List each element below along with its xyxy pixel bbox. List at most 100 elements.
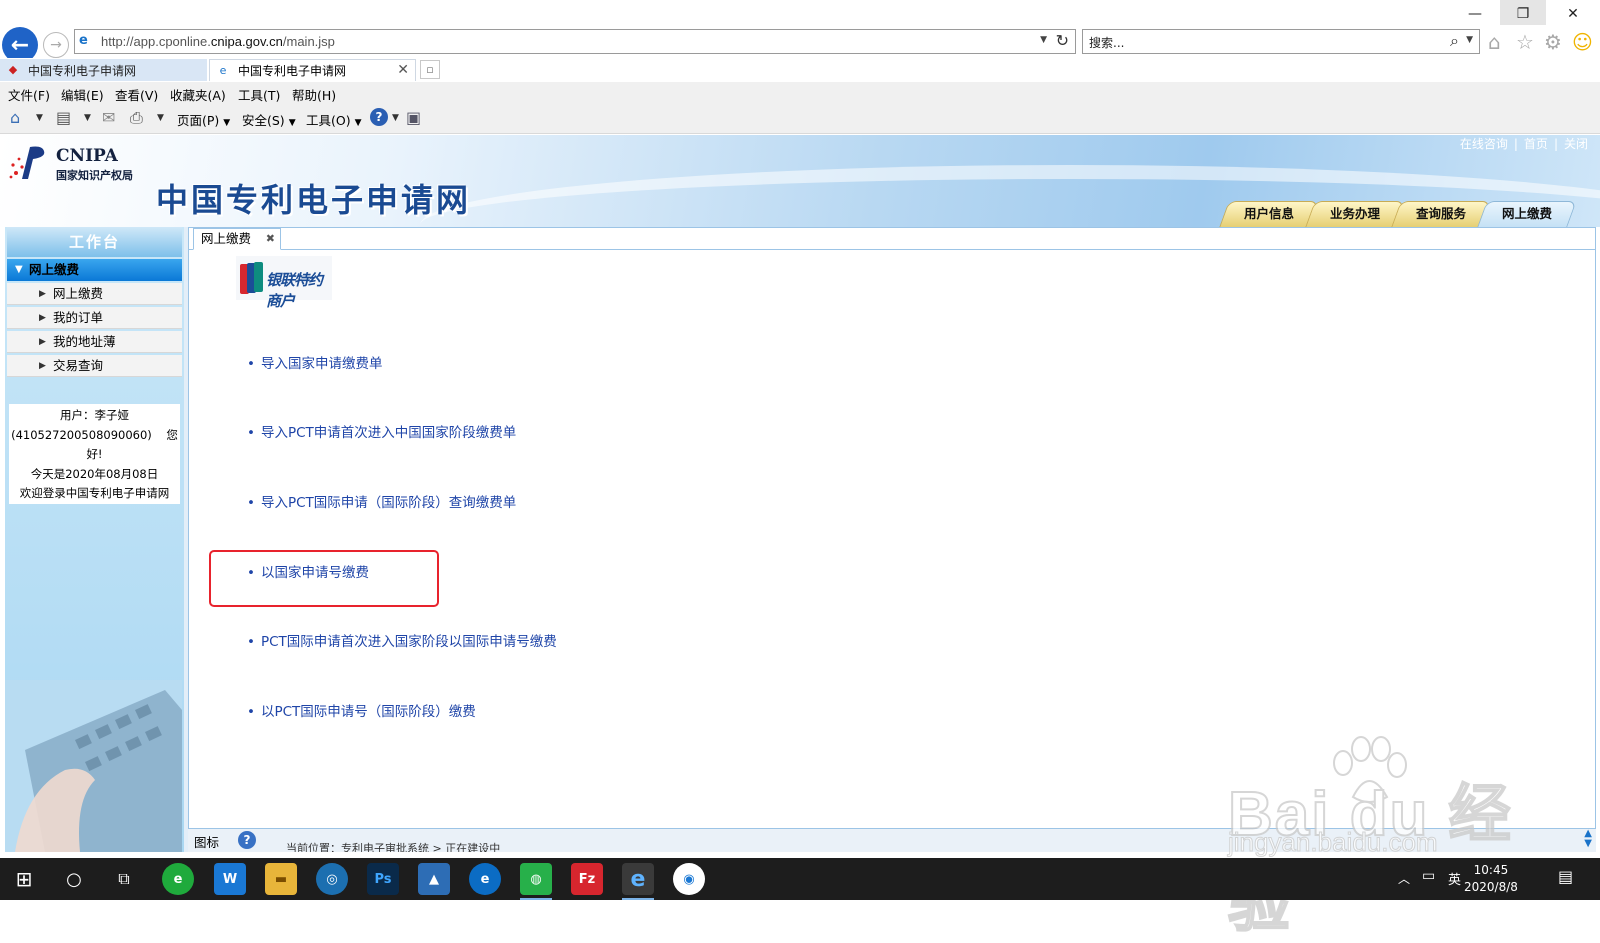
new-tab-button[interactable]: ▫ xyxy=(420,60,440,79)
link-text: 以国家申请号缴费 xyxy=(260,565,369,581)
menu-view[interactable]: 查看(V) xyxy=(115,85,158,104)
gear-icon[interactable]: ⚙ xyxy=(1544,30,1562,54)
help-icon[interactable]: ? xyxy=(238,831,256,849)
menu-file[interactable]: 文件(F) xyxy=(8,85,50,104)
internet-explorer-icon[interactable]: e xyxy=(622,863,654,900)
logo-english: CNIPA xyxy=(56,146,118,166)
link-import-national-bill[interactable]: • 导入国家申请缴费单 xyxy=(247,352,382,372)
link-pay-by-national-number[interactable]: • 以国家申请号缴费 xyxy=(247,561,369,581)
chevron-down-icon[interactable]: ▼ xyxy=(392,113,399,123)
sidebar-item-my-orders[interactable]: ▶ 我的订单 xyxy=(7,307,182,329)
link-import-pct-intl-bill[interactable]: • 导入PCT国际申请（国际阶段）查询缴费单 xyxy=(247,491,516,511)
nav-tab-user-info[interactable]: 用户信息 xyxy=(1219,201,1319,227)
section-label: 网上缴费 xyxy=(29,262,80,277)
ime-indicator[interactable]: 英 xyxy=(1448,869,1461,888)
address-bar[interactable]: e http://app.cponline.cnipa.gov.cn/main.… xyxy=(74,29,1076,54)
sidebar-item-label: 网上缴费 xyxy=(53,286,104,301)
help-icon[interactable]: ? xyxy=(370,108,388,126)
link-online-consult[interactable]: 在线咨询 xyxy=(1460,137,1508,151)
chevron-down-icon[interactable]: ▼ xyxy=(157,113,164,123)
file-explorer-icon[interactable]: ▬ xyxy=(265,863,297,895)
smiley-feedback-icon[interactable]: ☺ xyxy=(1572,30,1593,54)
link-import-pct-national-bill[interactable]: • 导入PCT申请首次进入中国国家阶段缴费单 xyxy=(247,421,516,441)
chevron-down-icon[interactable]: ▼ xyxy=(1040,35,1047,45)
nav-tab-query[interactable]: 查询服务 xyxy=(1391,201,1491,227)
windows-taskbar: ⊞ ○ ⧉ e W ▬ ◎ Ps ▲ e ◍ Fz e ◉ ︿ ▭ 英 10:4… xyxy=(0,858,1600,900)
separator: | xyxy=(1553,137,1558,151)
scroll-arrows-icon[interactable]: ▲ ▼ xyxy=(1584,829,1592,849)
close-window-button[interactable]: ✕ xyxy=(1550,0,1596,27)
network-icon[interactable]: ▭ xyxy=(1422,868,1435,884)
search-icon[interactable]: ⌕ xyxy=(1450,31,1459,51)
bullet: • xyxy=(247,565,255,581)
tools-menu-button[interactable]: 工具(O) ▼ xyxy=(306,110,362,129)
forward-button[interactable]: → xyxy=(43,32,69,58)
bullet: • xyxy=(247,495,255,511)
windows-start-icon[interactable]: ⊞ xyxy=(8,863,40,895)
link-home[interactable]: 首页 xyxy=(1524,137,1548,151)
print-icon[interactable]: ⎙ xyxy=(130,108,143,128)
search-icon[interactable]: ○ xyxy=(58,863,90,895)
sidebar-item-transaction-query[interactable]: ▶ 交易查询 xyxy=(7,355,182,377)
system-clock[interactable]: 10:45 2020/8/8 xyxy=(1464,862,1518,896)
browser-tab-1[interactable]: ◆ 中国专利电子申请网 xyxy=(0,59,207,81)
link-text: 导入国家申请缴费单 xyxy=(260,356,383,372)
cnipa-favicon-icon: ◆ xyxy=(8,63,18,76)
menu-tools[interactable]: 工具(T) xyxy=(238,85,280,104)
menu-favorites[interactable]: 收藏夹(A) xyxy=(170,85,226,104)
close-tab-icon[interactable]: ✖ xyxy=(266,229,275,249)
home-icon[interactable]: ⌂ xyxy=(1488,30,1501,54)
notification-icon[interactable]: ▤ xyxy=(1558,867,1573,886)
status-label: 图标 xyxy=(194,835,220,850)
link-text: 导入PCT国际申请（国际阶段）查询缴费单 xyxy=(260,495,517,511)
filezilla-icon[interactable]: Fz xyxy=(571,863,603,895)
welcome-text: 欢迎登录中国专利电子申请网 xyxy=(19,486,170,500)
research-icon[interactable]: ▣ xyxy=(406,108,421,127)
app-globe-icon[interactable]: ◎ xyxy=(316,863,348,895)
link-pay-pct-national-phase[interactable]: • PCT国际申请首次进入国家阶段以国际申请号缴费 xyxy=(247,630,557,650)
sidebar-item-address-book[interactable]: ▶ 我的地址薄 xyxy=(7,331,182,353)
safety-menu-button[interactable]: 安全(S) ▼ xyxy=(242,110,296,129)
safety-menu-label: 安全(S) xyxy=(242,113,285,128)
nav-tab-online-payment[interactable]: 网上缴费 xyxy=(1477,201,1577,227)
qq-browser-icon[interactable]: ◉ xyxy=(673,863,705,895)
task-view-icon[interactable]: ⧉ xyxy=(108,863,140,895)
menu-help[interactable]: 帮助(H) xyxy=(292,85,336,104)
page-menu-button[interactable]: 页面(P) ▼ xyxy=(177,110,230,129)
favorites-star-icon[interactable]: ☆ xyxy=(1516,30,1534,54)
cnipa-logo-icon xyxy=(9,146,45,179)
content-tab-online-payment[interactable]: 网上缴费 ✖ xyxy=(193,228,281,250)
wps-writer-icon[interactable]: W xyxy=(214,863,246,895)
triangle-right-icon: ▶ xyxy=(39,313,46,323)
tray-expand-icon[interactable]: ︿ xyxy=(1398,870,1410,887)
nav-tab-label: 用户信息 xyxy=(1243,206,1294,221)
back-arrow-icon: ← xyxy=(10,32,30,58)
mail-icon[interactable]: ✉ xyxy=(102,108,115,127)
rss-feed-icon[interactable]: ▤ xyxy=(56,108,71,127)
link-close[interactable]: 关闭 xyxy=(1564,137,1588,151)
clock-date: 2020/8/8 xyxy=(1464,880,1518,894)
menu-edit[interactable]: 编辑(E) xyxy=(61,85,104,104)
chevron-down-icon[interactable]: ▼ xyxy=(1466,35,1473,45)
sidebar-item-online-payment[interactable]: ▶ 网上缴费 xyxy=(7,283,182,305)
minimize-button[interactable]: — xyxy=(1452,0,1498,27)
edge-icon[interactable]: e xyxy=(469,863,501,895)
keyboard-hand-illustration xyxy=(5,680,182,852)
home-icon[interactable]: ⌂ xyxy=(10,108,20,127)
refresh-icon[interactable]: ↻ xyxy=(1056,31,1069,50)
chevron-down-icon[interactable]: ▼ xyxy=(36,113,43,123)
link-pay-pct-intl-phase[interactable]: • 以PCT国际申请号（国际阶段）缴费 xyxy=(247,700,476,720)
close-tab-icon[interactable]: ✕ xyxy=(397,62,409,78)
nav-tab-business[interactable]: 业务办理 xyxy=(1305,201,1405,227)
search-input[interactable]: 搜索... ⌕ ▼ xyxy=(1082,29,1480,54)
chevron-down-icon: ▼ xyxy=(354,118,362,128)
photoshop-icon[interactable]: Ps xyxy=(367,863,399,895)
restore-button[interactable]: ❐ xyxy=(1500,0,1546,27)
sidebar-section-online-payment[interactable]: ▼ 网上缴费 xyxy=(7,259,182,281)
browser-360-icon[interactable]: e xyxy=(162,863,194,895)
browser-tab-2[interactable]: e 中国专利电子申请网 ✕ xyxy=(209,59,416,81)
chevron-down-icon[interactable]: ▼ xyxy=(84,113,91,123)
photos-icon[interactable]: ▲ xyxy=(418,863,450,895)
window-titlebar: — ❐ ✕ xyxy=(0,0,1600,27)
wechat-icon[interactable]: ◍ xyxy=(520,863,552,900)
